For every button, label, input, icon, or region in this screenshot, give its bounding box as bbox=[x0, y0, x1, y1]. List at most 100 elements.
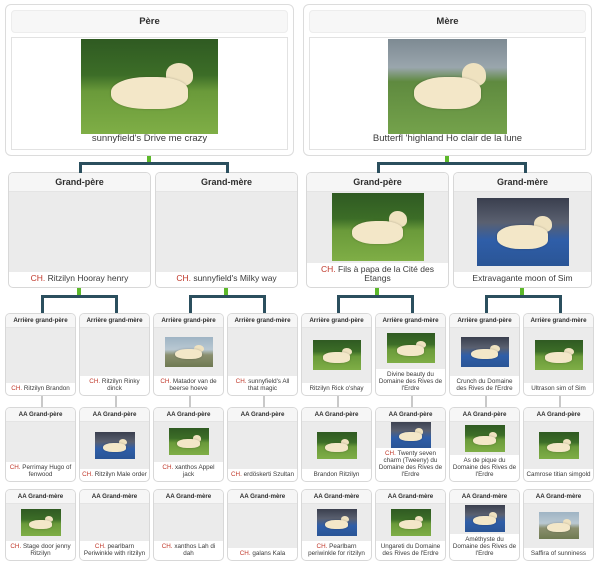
card-title: Arrière grand-père bbox=[6, 314, 75, 328]
photo-placeholder bbox=[228, 504, 297, 548]
dog-name: Extravagante moon of Sim bbox=[454, 272, 591, 287]
connector-stub-green bbox=[77, 288, 81, 295]
pedigree-card-generation4_dams-2[interactable]: AA Grand-mère CH. xanthos Lah di dah bbox=[153, 489, 224, 561]
pedigree-card-generation3-4[interactable]: Arrière grand-père Ritzilyn Rick o'shay bbox=[301, 313, 372, 396]
dog-photo bbox=[524, 504, 593, 548]
photo-placeholder bbox=[6, 422, 75, 462]
champion-prefix: CH. bbox=[176, 273, 191, 284]
dog-name-text: Divine beauty du Domaine des Rives de l'… bbox=[378, 370, 443, 392]
dog-name-text: Ritzilyn Rick o'shay bbox=[309, 384, 364, 392]
dog-photo bbox=[154, 422, 223, 462]
pedigree-card-generation3-7[interactable]: Arrière grand-mère Ultrason sim of Sim bbox=[523, 313, 594, 396]
connector-stub-green bbox=[224, 288, 228, 295]
dog-name: CH. Ritzilyn Male order bbox=[80, 469, 149, 481]
dog-name: CH. Matador van de beerse hoeve bbox=[154, 376, 223, 395]
pedigree-card-generation2-3[interactable]: Grand-mère Extravagante moon of Sim bbox=[453, 172, 592, 288]
photo-placeholder bbox=[156, 192, 297, 273]
dog-name: Ultrason sim of Sim bbox=[524, 383, 593, 395]
pedigree-card-generation1-1[interactable]: Mère Butterfl 'highland Ho clair de la lu… bbox=[303, 4, 592, 156]
connector-dropper bbox=[337, 396, 339, 407]
connector-dropper bbox=[559, 396, 561, 407]
dog-name: CH. Perrimay Hugo of fenwood bbox=[6, 462, 75, 481]
dog-name-text: Saffira of sunniness bbox=[530, 549, 587, 557]
dog-name: As de pique du Domaine des Rives de l'Er… bbox=[450, 455, 519, 481]
pedigree-card-generation3-6[interactable]: Arrière grand-père Crunch du Domaine des … bbox=[449, 313, 520, 396]
dog-name-text: As de pique du Domaine des Rives de l'Er… bbox=[452, 456, 517, 478]
card-title: Grand-père bbox=[307, 173, 448, 192]
champion-prefix: CH. bbox=[160, 377, 172, 385]
dog-name-text: Perrimay Hugo of fenwood bbox=[22, 463, 72, 478]
pedigree-card-generation3-5[interactable]: Arrière grand-mère Divine beauty du Domai… bbox=[375, 313, 446, 396]
card-title: Arrière grand-père bbox=[302, 314, 371, 328]
pedigree-card-generation4_dams-1[interactable]: AA Grand-mère CH. pearlbarn Periwinkle wi… bbox=[79, 489, 150, 561]
golden-retriever-with-handler-at-show-image bbox=[388, 38, 507, 134]
connector-vertical bbox=[115, 295, 118, 313]
champion-prefix: CH. bbox=[10, 542, 22, 550]
pedigree-card-generation4_sires-0[interactable]: AA Grand-père CH. Perrimay Hugo of fenwoo… bbox=[5, 407, 76, 482]
card-body: Butterfl 'highland Ho clair de la lune bbox=[309, 37, 586, 150]
dog-name: CH. sunnyfield's All that magic bbox=[228, 376, 297, 395]
photo-placeholder bbox=[228, 328, 297, 376]
pedigree-card-generation3-0[interactable]: Arrière grand-père CH. Ritzilyn Brandon bbox=[5, 313, 76, 396]
pedigree-card-generation4_sires-1[interactable]: AA Grand-père CH. Ritzilyn Male order bbox=[79, 407, 150, 482]
pedigree-card-generation4_sires-6[interactable]: AA Grand-père As de pique du Domaine des … bbox=[449, 407, 520, 482]
pedigree-card-generation4_sires-5[interactable]: AA Grand-père CH. Twenty seven charm (Twe… bbox=[375, 407, 446, 482]
pedigree-card-generation2-0[interactable]: Grand-père CH. Ritzilyn Hooray henry bbox=[8, 172, 151, 288]
retriever-with-handler-image bbox=[464, 424, 505, 452]
connector-vertical bbox=[559, 295, 562, 313]
retriever-on-rocks-image bbox=[538, 512, 579, 540]
card-title: AA Grand-père bbox=[80, 408, 149, 422]
dog-photo bbox=[450, 422, 519, 455]
dog-name-text: Crunch du Domaine des Rives de l'Erdre bbox=[456, 377, 513, 392]
pedigree-card-generation4_sires-3[interactable]: AA Grand-père CH. erdöskerti Szultan bbox=[227, 407, 298, 482]
pedigree-card-generation3-1[interactable]: Arrière grand-mère CH. Ritzilyn Rinky din… bbox=[79, 313, 150, 396]
pedigree-card-generation4_dams-0[interactable]: AA Grand-mère CH. Stage door jenny Ritzil… bbox=[5, 489, 76, 561]
dog-photo bbox=[376, 504, 445, 541]
dog-name: Camrose titian simgold bbox=[524, 469, 593, 481]
card-title: AA Grand-mère bbox=[450, 490, 519, 504]
champion-prefix: CH. bbox=[30, 273, 46, 284]
dog-photo bbox=[376, 422, 445, 448]
dog-name-text: sunnyfield's Drive me crazy bbox=[91, 133, 208, 145]
connector-vertical bbox=[263, 295, 266, 313]
pedigree-card-generation4_sires-7[interactable]: AA Grand-père Camrose titian simgold bbox=[523, 407, 594, 482]
card-title: Arrière grand-père bbox=[154, 314, 223, 328]
dog-name-text: erdöskerti Szultan bbox=[243, 470, 294, 478]
dog-name-text: Matador van de beerse hoeve bbox=[169, 377, 217, 392]
connector-horizontal bbox=[41, 295, 115, 298]
white-retriever-show-image bbox=[390, 422, 431, 448]
dog-name-text: Stage door jenny Ritzilyn bbox=[22, 542, 71, 557]
connector-dropper bbox=[189, 396, 191, 407]
connector-horizontal bbox=[377, 162, 524, 165]
pedigree-card-generation4_dams-4[interactable]: AA Grand-mère CH. Pearlbarn periwinkle fo… bbox=[301, 489, 372, 561]
card-title: AA Grand-mère bbox=[524, 490, 593, 504]
pedigree-card-generation4_dams-5[interactable]: AA Grand-mère Ungareti du Domaine des Riv… bbox=[375, 489, 446, 561]
golden-retriever-dark-background-image bbox=[20, 508, 61, 536]
dog-name-text: Butterfl 'highland Ho clair de la lune bbox=[372, 133, 523, 145]
pedigree-card-generation4_dams-7[interactable]: AA Grand-mère Saffira of sunniness bbox=[523, 489, 594, 561]
dog-name: Saffira of sunniness bbox=[524, 548, 593, 560]
pedigree-card-generation4_dams-3[interactable]: AA Grand-mère CH. galans Kala bbox=[227, 489, 298, 561]
pedigree-card-generation3-2[interactable]: Arrière grand-père CH. Matador van de bee… bbox=[153, 313, 224, 396]
card-title: Arrière grand-père bbox=[450, 314, 519, 328]
pedigree-card-generation4_sires-2[interactable]: AA Grand-père CH. xanthos Appel jack bbox=[153, 407, 224, 482]
connector-vertical bbox=[377, 162, 380, 173]
dog-name: Divine beauty du Domaine des Rives de l'… bbox=[376, 369, 445, 395]
card-title: Arrière grand-mère bbox=[228, 314, 297, 328]
pedigree-card-generation1-0[interactable]: Père sunnyfield's Drive me crazy bbox=[5, 4, 294, 156]
card-title: Grand-père bbox=[9, 173, 150, 192]
golden-retriever-with-handler-image bbox=[168, 428, 209, 456]
dog-name-text: Extravagante moon of Sim bbox=[472, 273, 573, 284]
dog-name-text: Ungareti du Domaine des Rives de l'Erdre bbox=[380, 542, 441, 557]
pedigree-card-generation3-3[interactable]: Arrière grand-mère CH. sunnyfield's All t… bbox=[227, 313, 298, 396]
dog-photo bbox=[154, 328, 223, 376]
pedigree-card-generation4_dams-6[interactable]: AA Grand-mère Améthyste du Domaine des Ri… bbox=[449, 489, 520, 561]
pedigree-card-generation2-2[interactable]: Grand-père CH. Fils à papa de la Cité des… bbox=[306, 172, 449, 288]
golden-retriever-with-person-image bbox=[164, 336, 213, 367]
pedigree-card-generation4_sires-4[interactable]: AA Grand-père Brandon Ritzilyn bbox=[301, 407, 372, 482]
pedigree-card-generation2-1[interactable]: Grand-mère CH. sunnyfield's Milky way bbox=[155, 172, 298, 288]
dog-photo bbox=[454, 192, 591, 273]
dog-name: Améthyste du Domaine des Rives de l'Erdr… bbox=[450, 534, 519, 560]
dog-photo bbox=[302, 504, 371, 541]
connector-dropper bbox=[485, 396, 487, 407]
